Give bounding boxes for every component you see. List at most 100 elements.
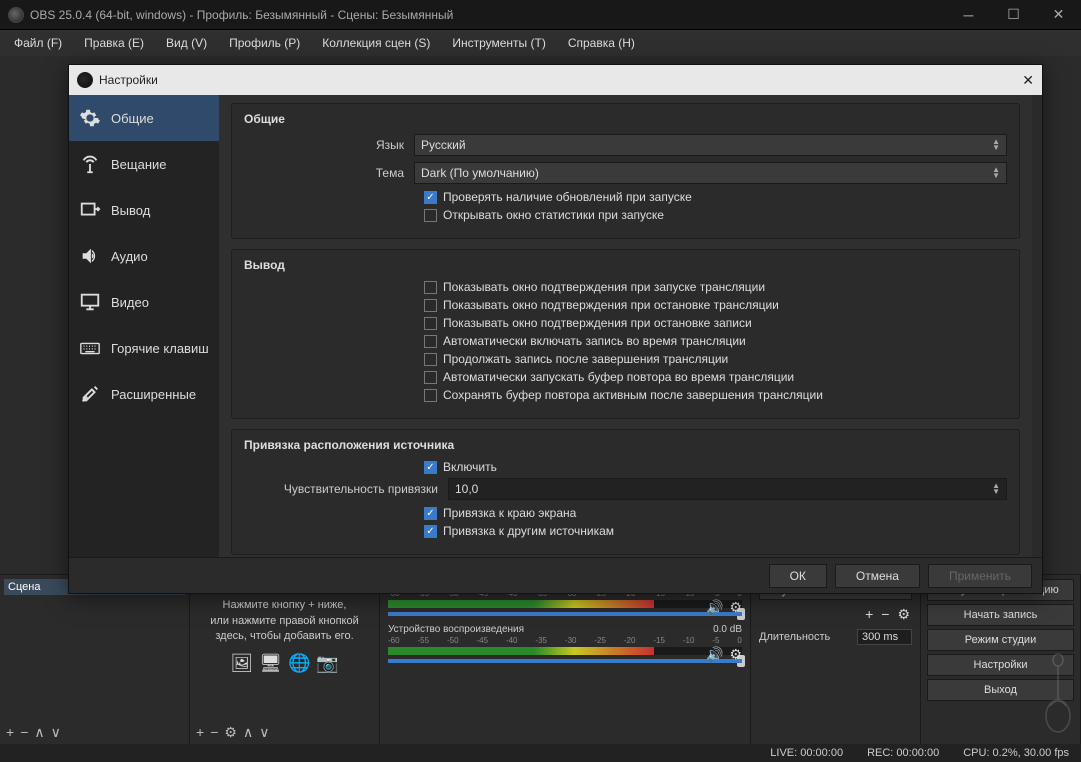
checkbox-label: Показывать окно подтверждения при остано…	[443, 316, 752, 330]
spinner-icon: ▲▼	[992, 483, 1000, 495]
status-bar: LIVE: 00:00:00 REC: 00:00:00 CPU: 0.2%, …	[0, 744, 1081, 762]
duration-input[interactable]	[857, 629, 912, 645]
confirm-stop-stream-checkbox[interactable]	[424, 299, 437, 312]
settings-button[interactable]: Настройки	[927, 654, 1074, 676]
remove-transition-button[interactable]: −	[881, 606, 889, 623]
menu-help[interactable]: Справка (H)	[558, 32, 645, 54]
dialog-title: Настройки	[99, 73, 158, 87]
mixer-track-label: Устройство воспроизведения	[388, 624, 524, 635]
checkbox-label: Включить	[443, 460, 497, 474]
output-icon	[79, 199, 101, 221]
sidebar-item-stream[interactable]: Вещание	[69, 141, 219, 187]
maximize-button[interactable]: ☐	[991, 0, 1036, 30]
controls-panel: Запустить трансляцию Начать запись Режим…	[921, 574, 1081, 744]
status-cpu: CPU: 0.2%, 30.00 fps	[963, 747, 1069, 759]
mixer-volume-slider[interactable]	[388, 659, 742, 663]
language-select[interactable]: Русский ▲▼	[414, 134, 1007, 156]
snap-edge-checkbox[interactable]: ✓	[424, 507, 437, 520]
audio-mixer-panel: Mic/Aux0.0 dB -60-55-50-45-40-35-30-25-2…	[380, 574, 751, 744]
sidebar-item-label: Горячие клавиш	[111, 341, 209, 356]
scrollbar[interactable]	[1032, 95, 1042, 557]
add-transition-button[interactable]: +	[865, 606, 873, 623]
auto-replay-buffer-checkbox[interactable]	[424, 371, 437, 384]
source-up-button[interactable]: ∧	[243, 724, 253, 741]
mixer-meter	[388, 600, 742, 608]
sidebar-item-video[interactable]: Видео	[69, 279, 219, 325]
start-recording-button[interactable]: Начать запись	[927, 604, 1074, 626]
ok-button[interactable]: ОК	[769, 564, 827, 588]
mixer-settings-button[interactable]: ⚙	[729, 646, 742, 663]
menu-tools[interactable]: Инструменты (T)	[442, 32, 555, 54]
menu-scene-collection[interactable]: Коллекция сцен (S)	[312, 32, 440, 54]
confirm-start-stream-checkbox[interactable]	[424, 281, 437, 294]
checkbox-label: Автоматически включать запись во время т…	[443, 334, 746, 348]
confirm-stop-record-checkbox[interactable]	[424, 317, 437, 330]
transitions-panel: Затухание⌄ + − ⚙ Длительность	[751, 574, 921, 744]
group-title: Вывод	[244, 258, 1007, 272]
sidebar-item-audio[interactable]: Аудио	[69, 233, 219, 279]
sidebar-item-general[interactable]: Общие	[69, 95, 219, 141]
duration-label: Длительность	[759, 631, 830, 643]
theme-select[interactable]: Dark (По умолчанию) ▲▼	[414, 162, 1007, 184]
checkbox-label: Сохранять буфер повтора активным после з…	[443, 388, 823, 402]
source-down-button[interactable]: ∨	[259, 724, 269, 741]
speaker-icon	[79, 245, 101, 267]
transition-settings-button[interactable]: ⚙	[897, 606, 910, 623]
scene-down-button[interactable]: ∨	[51, 724, 61, 741]
antenna-icon	[79, 153, 101, 175]
menu-edit[interactable]: Правка (E)	[74, 32, 154, 54]
sidebar-item-label: Аудио	[111, 249, 148, 264]
dialog-logo-icon	[77, 72, 93, 88]
apply-button[interactable]: Применить	[928, 564, 1032, 588]
sidebar-item-label: Вещание	[111, 157, 167, 172]
chevron-updown-icon: ▲▼	[992, 139, 1000, 151]
keep-recording-checkbox[interactable]	[424, 353, 437, 366]
snap-sources-checkbox[interactable]: ✓	[424, 525, 437, 538]
dialog-close-button[interactable]: ✕	[1022, 72, 1034, 89]
group-title: Общие	[244, 112, 1007, 126]
sidebar-item-advanced[interactable]: Расширенные	[69, 371, 219, 417]
auto-record-checkbox[interactable]	[424, 335, 437, 348]
menu-view[interactable]: Вид (V)	[156, 32, 217, 54]
snap-sensitivity-input[interactable]: 10,0 ▲▼	[448, 478, 1007, 500]
settings-sidebar: Общие Вещание Вывод Аудио Видео Горячие …	[69, 95, 219, 557]
source-settings-button[interactable]: ⚙	[224, 724, 237, 741]
menu-file[interactable]: Файл (F)	[4, 32, 72, 54]
checkbox-label: Показывать окно подтверждения при остано…	[443, 298, 779, 312]
mixer-volume-slider[interactable]	[388, 612, 742, 616]
checkbox-label: Привязка к другим источникам	[443, 524, 614, 538]
open-stats-checkbox[interactable]	[424, 209, 437, 222]
add-scene-button[interactable]: +	[6, 724, 14, 740]
sidebar-item-label: Видео	[111, 295, 149, 310]
mute-button[interactable]: 🔊	[706, 599, 723, 616]
mute-button[interactable]: 🔊	[706, 646, 723, 663]
cancel-button[interactable]: Отмена	[835, 564, 920, 588]
close-button[interactable]: ✕	[1036, 0, 1081, 30]
snap-enable-checkbox[interactable]: ✓	[424, 461, 437, 474]
theme-label: Тема	[244, 166, 414, 180]
sidebar-item-hotkeys[interactable]: Горячие клавиш	[69, 325, 219, 371]
group-general: Общие Язык Русский ▲▼ Тема Dark (По умол…	[231, 103, 1020, 239]
mixer-settings-button[interactable]: ⚙	[729, 599, 742, 616]
scene-up-button[interactable]: ∧	[34, 724, 44, 741]
studio-mode-button[interactable]: Режим студии	[927, 629, 1074, 651]
keep-replay-buffer-checkbox[interactable]	[424, 389, 437, 402]
mixer-meter	[388, 647, 742, 655]
snap-sensitivity-label: Чувствительность привязки	[244, 482, 448, 496]
mixer-track-db: 0.0 dB	[713, 624, 742, 635]
remove-source-button[interactable]: −	[210, 724, 218, 740]
sidebar-item-label: Общие	[111, 111, 154, 126]
exit-button[interactable]: Выход	[927, 679, 1074, 701]
sidebar-item-output[interactable]: Вывод	[69, 187, 219, 233]
status-live: LIVE: 00:00:00	[770, 747, 843, 759]
browser-source-icon: 🌐	[288, 653, 310, 674]
minimize-button[interactable]: ─	[946, 0, 991, 30]
menu-profile[interactable]: Профиль (P)	[219, 32, 310, 54]
remove-scene-button[interactable]: −	[20, 724, 28, 740]
group-output: Вывод Показывать окно подтверждения при …	[231, 249, 1020, 419]
check-updates-checkbox[interactable]: ✓	[424, 191, 437, 204]
language-label: Язык	[244, 138, 414, 152]
add-source-button[interactable]: +	[196, 724, 204, 740]
scenes-panel: Сцена + − ∧ ∨	[0, 574, 190, 744]
check-updates-label: Проверять наличие обновлений при запуске	[443, 190, 692, 204]
